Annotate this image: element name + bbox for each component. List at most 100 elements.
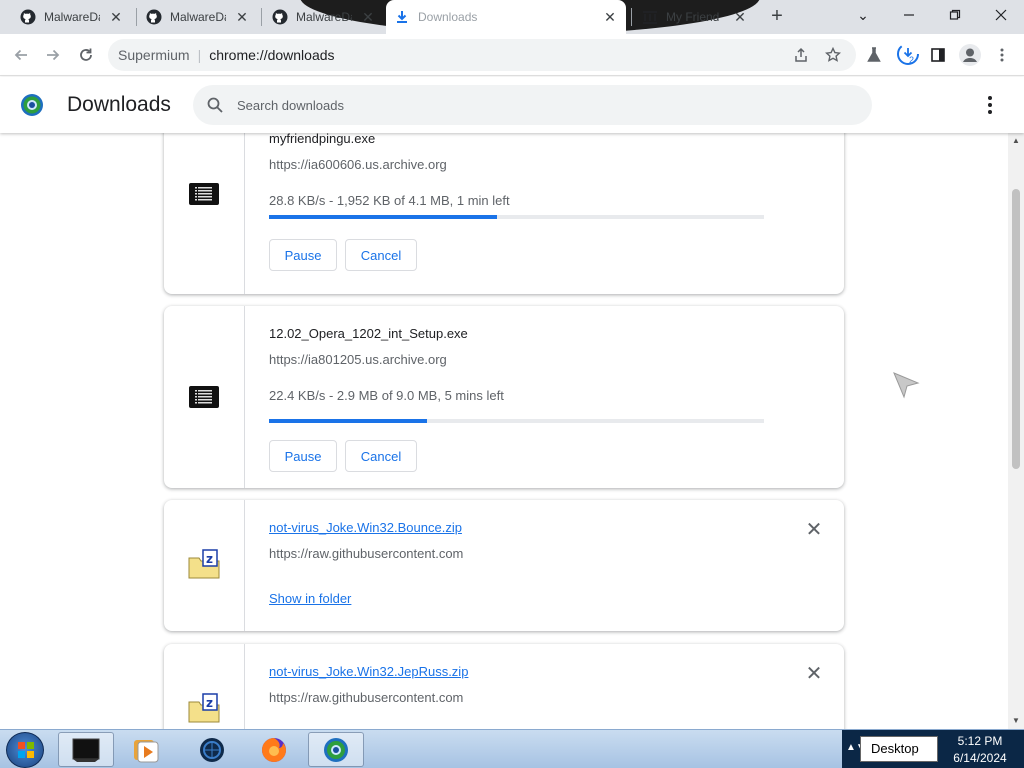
- search-icon: [205, 95, 225, 115]
- downloads-indicator-icon[interactable]: 2: [896, 42, 920, 66]
- close-icon[interactable]: ✕: [108, 9, 124, 25]
- tab-malwaredatabase-1[interactable]: MalwareDatabase ✕: [12, 0, 132, 34]
- progress-fill: [269, 419, 428, 423]
- github-icon: [146, 9, 162, 25]
- tab-label: MalwareDatabase: [296, 10, 352, 24]
- tab-label: My Friend Pingu: [666, 10, 722, 24]
- close-icon[interactable]: ✕: [360, 9, 376, 25]
- file-source-url[interactable]: https://raw.githubusercontent.com: [269, 690, 463, 705]
- forward-button[interactable]: [42, 44, 64, 66]
- executable-file-icon: [188, 381, 220, 413]
- downloads-list: myfriendpingu.exe https://ia600606.us.ar…: [0, 133, 1008, 729]
- bookmark-star-icon[interactable]: [824, 46, 842, 64]
- address-divider: |: [197, 47, 202, 63]
- remove-from-list-icon[interactable]: ✕: [804, 664, 824, 684]
- site-name: Supermium: [118, 47, 190, 63]
- mouse-cursor-icon: [892, 371, 920, 399]
- file-name-link[interactable]: not-virus_Joke.Win32.JepRuss.zip: [269, 664, 468, 679]
- download-count-badge: 2: [909, 55, 915, 65]
- taskbar-app-media-player[interactable]: [118, 732, 174, 767]
- download-icon: [394, 9, 410, 25]
- close-window-button[interactable]: [978, 0, 1024, 30]
- scrollbar-thumb[interactable]: [1012, 189, 1020, 469]
- remove-from-list-icon[interactable]: ✕: [804, 520, 824, 540]
- share-icon[interactable]: [792, 46, 810, 64]
- download-status: 28.8 KB/s - 1,952 KB of 4.1 MB, 1 min le…: [269, 193, 510, 208]
- cancel-button[interactable]: Cancel: [345, 440, 417, 472]
- close-icon[interactable]: ✕: [602, 9, 618, 25]
- tab-downloads[interactable]: Downloads ✕: [386, 0, 626, 34]
- executable-file-icon: [188, 178, 220, 210]
- cancel-button[interactable]: Cancel: [345, 239, 417, 271]
- download-item: z not-virus_Joke.Win32.Bounce.zip https:…: [164, 500, 844, 631]
- show-in-folder-link[interactable]: Show in folder: [269, 591, 351, 606]
- file-name: myfriendpingu.exe: [269, 133, 376, 146]
- file-name-link[interactable]: not-virus_Joke.Win32.Bounce.zip: [269, 520, 462, 535]
- svg-text:z: z: [206, 696, 213, 710]
- profile-avatar-icon[interactable]: [958, 43, 982, 67]
- page-scrollbar[interactable]: ▲ ▼: [1008, 133, 1024, 729]
- tab-malwaredatabase-3[interactable]: MalwareDatabase ✕: [264, 0, 384, 34]
- file-icon-column: z: [164, 500, 245, 631]
- taskbar-app-supermium[interactable]: [308, 732, 364, 767]
- search-input[interactable]: [237, 97, 837, 113]
- file-source-url[interactable]: https://ia801205.us.archive.org: [269, 352, 447, 367]
- download-item: myfriendpingu.exe https://ia600606.us.ar…: [164, 133, 844, 294]
- pause-button[interactable]: Pause: [269, 239, 337, 271]
- progress-fill: [269, 215, 497, 219]
- clock-date[interactable]: 6/14/2024: [942, 751, 1018, 765]
- github-icon: [20, 9, 36, 25]
- system-tray: ▲▼ Desktop 5:12 PM 6/14/2024: [842, 730, 1024, 768]
- tab-my-friend-pingu[interactable]: My Friend Pingu ✕: [634, 0, 756, 34]
- tab-label: Downloads: [418, 10, 478, 24]
- close-icon[interactable]: ✕: [234, 9, 250, 25]
- address-bar[interactable]: Supermium | chrome://downloads: [108, 39, 856, 71]
- restore-button[interactable]: [932, 0, 978, 30]
- download-item: z not-virus_Joke.Win32.JepRuss.zip https…: [164, 644, 844, 729]
- page-title: Downloads: [67, 93, 171, 116]
- browser-toolbar: Supermium | chrome://downloads 2: [0, 34, 1024, 76]
- tab-label: MalwareDatabase: [170, 10, 226, 24]
- downloads-menu-icon[interactable]: [980, 95, 1000, 115]
- side-panel-icon[interactable]: [928, 45, 948, 65]
- new-tab-button[interactable]: +: [767, 6, 787, 27]
- scroll-down-arrow-icon[interactable]: ▼: [1008, 713, 1024, 729]
- tab-search-chevron-icon[interactable]: ⌄: [840, 0, 886, 30]
- taskbar-app-firefox[interactable]: [246, 732, 302, 767]
- taskbar-app-globe[interactable]: [184, 732, 240, 767]
- taskbar-app-terminal[interactable]: [58, 732, 114, 767]
- desktop-toolbar[interactable]: Desktop: [860, 736, 938, 762]
- back-button[interactable]: [10, 44, 32, 66]
- url-text: chrome://downloads: [209, 47, 335, 63]
- flask-labs-icon[interactable]: [864, 45, 884, 65]
- tab-label: MalwareDatabase: [44, 10, 100, 24]
- pause-button[interactable]: Pause: [269, 440, 337, 472]
- browser-menu-icon[interactable]: [992, 45, 1012, 65]
- clock-time[interactable]: 5:12 PM: [950, 734, 1010, 748]
- zip-folder-icon: z: [188, 692, 220, 724]
- tab-divider: [136, 8, 137, 26]
- file-name: 12.02_Opera_1202_int_Setup.exe: [269, 326, 468, 341]
- minimize-button[interactable]: [886, 0, 932, 30]
- file-icon-column: [164, 133, 245, 294]
- search-downloads-box[interactable]: [193, 85, 872, 125]
- download-progress-bar: [269, 215, 764, 219]
- archive-icon: [642, 9, 658, 25]
- file-source-url[interactable]: https://ia600606.us.archive.org: [269, 157, 447, 172]
- download-status: 22.4 KB/s - 2.9 MB of 9.0 MB, 5 mins lef…: [269, 388, 504, 403]
- github-icon: [272, 9, 288, 25]
- close-icon[interactable]: ✕: [732, 9, 748, 25]
- file-icon-column: z: [164, 644, 245, 729]
- download-progress-bar: [269, 419, 764, 423]
- reload-button[interactable]: [75, 44, 97, 66]
- tab-strip: MalwareDatabase ✕ MalwareDatabase ✕ Malw…: [0, 0, 1024, 34]
- tab-divider: [631, 8, 632, 26]
- scroll-up-arrow-icon[interactable]: ▲: [1008, 133, 1024, 149]
- downloads-header: Downloads: [0, 77, 1024, 133]
- file-source-url[interactable]: https://raw.githubusercontent.com: [269, 546, 463, 561]
- zip-folder-icon: z: [188, 548, 220, 580]
- start-button[interactable]: [6, 732, 44, 768]
- windows-taskbar: ▲▼ Desktop 5:12 PM 6/14/2024: [0, 729, 1024, 768]
- browser-logo-icon: [20, 93, 44, 117]
- tab-malwaredatabase-2[interactable]: MalwareDatabase ✕: [138, 0, 258, 34]
